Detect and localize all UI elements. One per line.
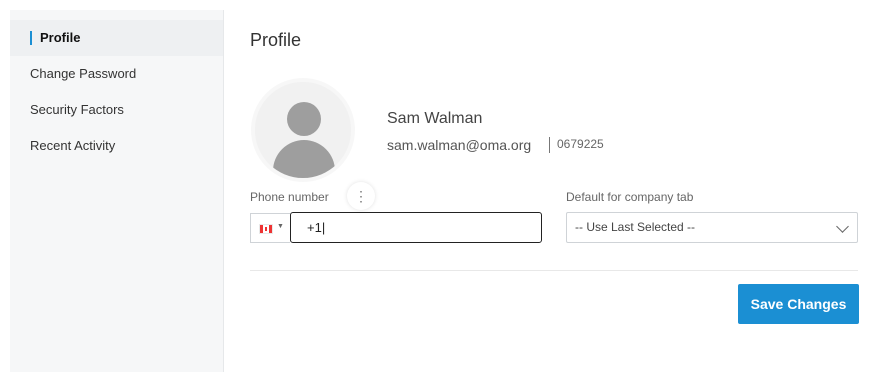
avatar-head: [287, 102, 321, 136]
sidebar-item-label: Profile: [40, 30, 81, 45]
phone-number-label: Phone number: [250, 190, 329, 204]
sidebar-item-label: Recent Activity: [30, 138, 116, 153]
sidebar-item-label: Change Password: [30, 66, 137, 81]
form-divider: [250, 270, 858, 271]
chevron-down-icon: [836, 220, 849, 233]
page-title: Profile: [250, 30, 302, 50]
sidebar-item-security-factors[interactable]: Security Factors: [10, 92, 223, 128]
sidebar-item-change-password[interactable]: Change Password: [10, 56, 223, 92]
default-company-tab-label: Default for company tab: [566, 190, 694, 204]
user-id: 0679225: [557, 137, 604, 151]
avatar: ⋮: [251, 78, 375, 210]
divider: [549, 137, 550, 153]
user-name: Sam Walman: [387, 110, 483, 127]
sidebar: Profile Change Password Security Factors…: [10, 10, 224, 372]
main-panel: Profile ⋮ Sam Walman sam.walman@oma.org …: [224, 10, 873, 372]
sidebar-item-label: Security Factors: [30, 102, 124, 117]
user-email: sam.walman@oma.org: [387, 137, 532, 153]
save-button[interactable]: Save Changes: [738, 284, 859, 324]
avatar-placeholder-icon: [255, 82, 351, 178]
sidebar-item-recent-activity[interactable]: Recent Activity: [10, 128, 223, 164]
default-company-tab-value: -- Use Last Selected --: [575, 220, 696, 234]
sidebar-item-profile[interactable]: Profile: [10, 20, 223, 56]
chevron-down-icon: ▼: [277, 223, 284, 230]
avatar-body: [273, 140, 335, 178]
avatar-menu-icon[interactable]: ⋮: [347, 182, 375, 210]
phone-number-input[interactable]: +1|: [290, 212, 542, 243]
default-company-tab-select[interactable]: -- Use Last Selected --: [566, 212, 858, 243]
country-code-dropdown[interactable]: ▼: [250, 213, 290, 243]
canada-flag-icon: [259, 224, 273, 234]
